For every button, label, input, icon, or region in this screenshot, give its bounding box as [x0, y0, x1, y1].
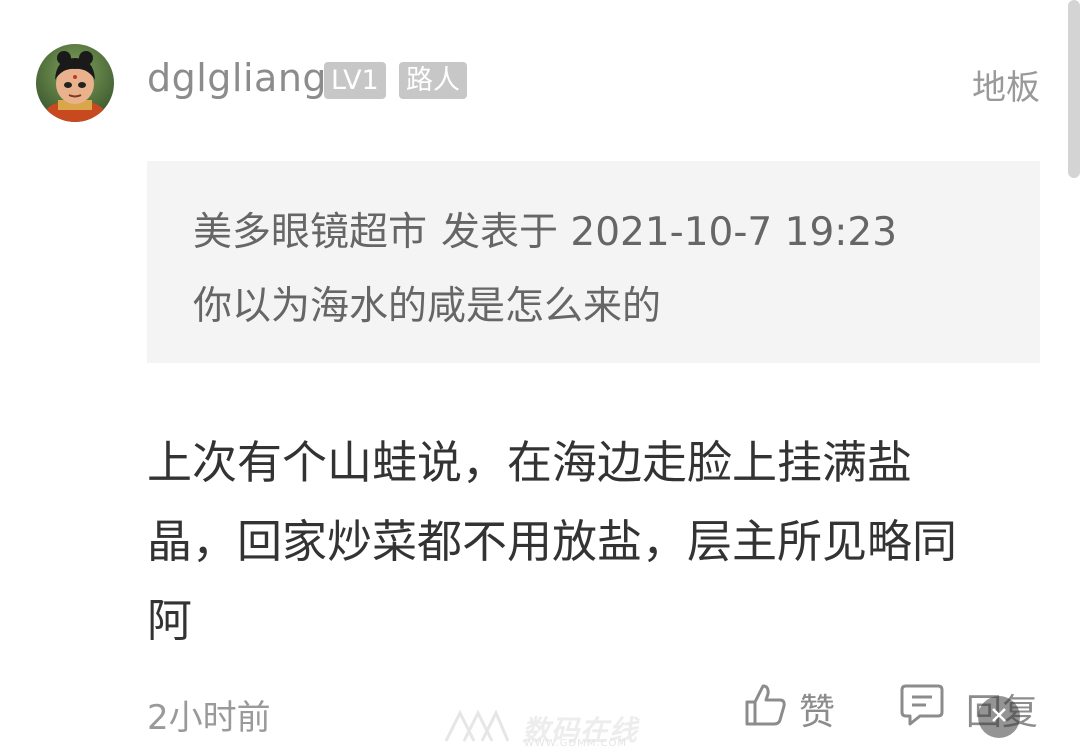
- username[interactable]: dglgliang: [147, 56, 327, 100]
- scrollbar[interactable]: [1068, 0, 1080, 178]
- role-badge: 路人: [399, 62, 467, 99]
- quote-meta: 美多眼镜超市 发表于 2021-10-7 19:23: [193, 201, 911, 257]
- close-icon: [989, 705, 1009, 729]
- watermark-logo-icon: [442, 707, 512, 751]
- watermark-url: WWW.GDMM.COM: [524, 738, 628, 749]
- quote-text: 你以为海水的咸是怎么来的: [193, 284, 662, 329]
- avatar-image: [45, 51, 105, 122]
- quote-posted-on: 发表于 2021-10-7 19:23: [441, 210, 898, 255]
- thumbs-up-icon: [743, 682, 787, 737]
- close-button[interactable]: [978, 696, 1020, 738]
- level-badge: LV1: [324, 62, 386, 99]
- comment-icon: [900, 682, 944, 737]
- avatar[interactable]: [36, 44, 114, 122]
- quote-author: 美多眼镜超市: [193, 210, 428, 255]
- post-time: 2小时前: [147, 698, 271, 738]
- quote-block: 美多眼镜超市 发表于 2021-10-7 19:23 你以为海水的咸是怎么来的: [147, 161, 1040, 363]
- watermark: 数码在线 WWW.GDMM.COM: [442, 708, 638, 750]
- like-label: 赞: [799, 692, 836, 733]
- floor-label: 地板: [972, 68, 1040, 108]
- like-button[interactable]: 赞: [743, 684, 835, 734]
- post-content: 上次有个山蛙说，在海边走脸上挂满盐晶，回家炒菜都不用放盐，层主所见略同阿: [147, 436, 958, 647]
